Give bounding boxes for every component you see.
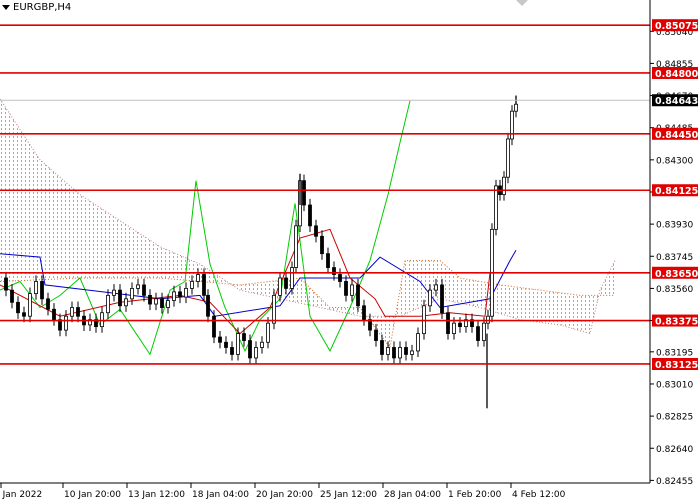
level-label: 0.83375 [652,314,698,328]
candle [440,278,444,319]
level-label: 0.84800 [652,66,699,80]
candle [422,299,426,340]
level-label: 0.84450 [652,127,699,141]
x-tick-label: 25 Jan 12:00 [320,490,377,500]
y-tick-label: 0.82825 [656,413,693,423]
level-label: 0.83125 [652,357,698,371]
current-price-label: 0.84643 [652,94,698,107]
x-tick-label: 10 Jan 20:00 [64,490,121,500]
x-tick-label: 28 Jan 04:00 [384,490,441,500]
svg-text:0.84643: 0.84643 [655,96,698,107]
y-tick-label: 0.84300 [656,156,693,166]
x-tick-label: 13 Jan 12:00 [128,490,185,500]
candle [494,179,498,236]
svg-text:0.85075: 0.85075 [655,21,698,32]
chart-header[interactable]: EURGBP,H4 [2,2,71,13]
x-tick-label: 20 Jan 20:00 [256,490,313,500]
x-tick-label: 1 Feb 20:00 [448,490,502,500]
candle [294,219,298,274]
price-labels: 0.85075 0.84800 0.84450 0.84125 0.83650 0.833… [652,19,699,371]
y-tick-label: 0.82640 [656,445,693,455]
level-label: 0.83650 [652,266,699,280]
y-tick-label: 0.83560 [656,285,693,295]
dropdown-triangle-icon[interactable] [2,5,10,10]
svg-text:0.83375: 0.83375 [655,317,698,328]
svg-text:0.83650: 0.83650 [655,269,699,280]
x-tick-label: 6 Jan 2022 [0,490,42,500]
y-tick-label: 0.83010 [656,380,693,390]
level-label: 0.85075 [652,19,698,32]
time-axis: 6 Jan 2022 10 Jan 20:00 13 Jan 12:00 18 Jan… [0,483,566,500]
symbol-label: EURGBP,H4 [13,2,72,13]
candle [506,132,510,184]
candle [510,105,514,146]
price-chart[interactable]: 0.850400.848550.846700.844850.843000.841… [0,0,700,500]
x-tick-label: 4 Feb 12:00 [512,490,566,500]
y-tick-label: 0.83930 [656,221,693,231]
y-tick-label: 0.82455 [656,477,693,487]
scroll-marker-icon[interactable] [516,0,528,6]
candle [272,289,276,330]
svg-text:0.83125: 0.83125 [655,360,698,371]
svg-text:0.84800: 0.84800 [655,69,699,80]
svg-text:0.84125: 0.84125 [655,186,698,197]
svg-text:0.84450: 0.84450 [655,130,699,141]
y-tick-label: 0.83195 [656,348,693,358]
y-tick-label: 0.83745 [656,253,693,263]
level-label: 0.84125 [652,184,698,197]
x-tick-label: 18 Jan 04:00 [192,490,249,500]
